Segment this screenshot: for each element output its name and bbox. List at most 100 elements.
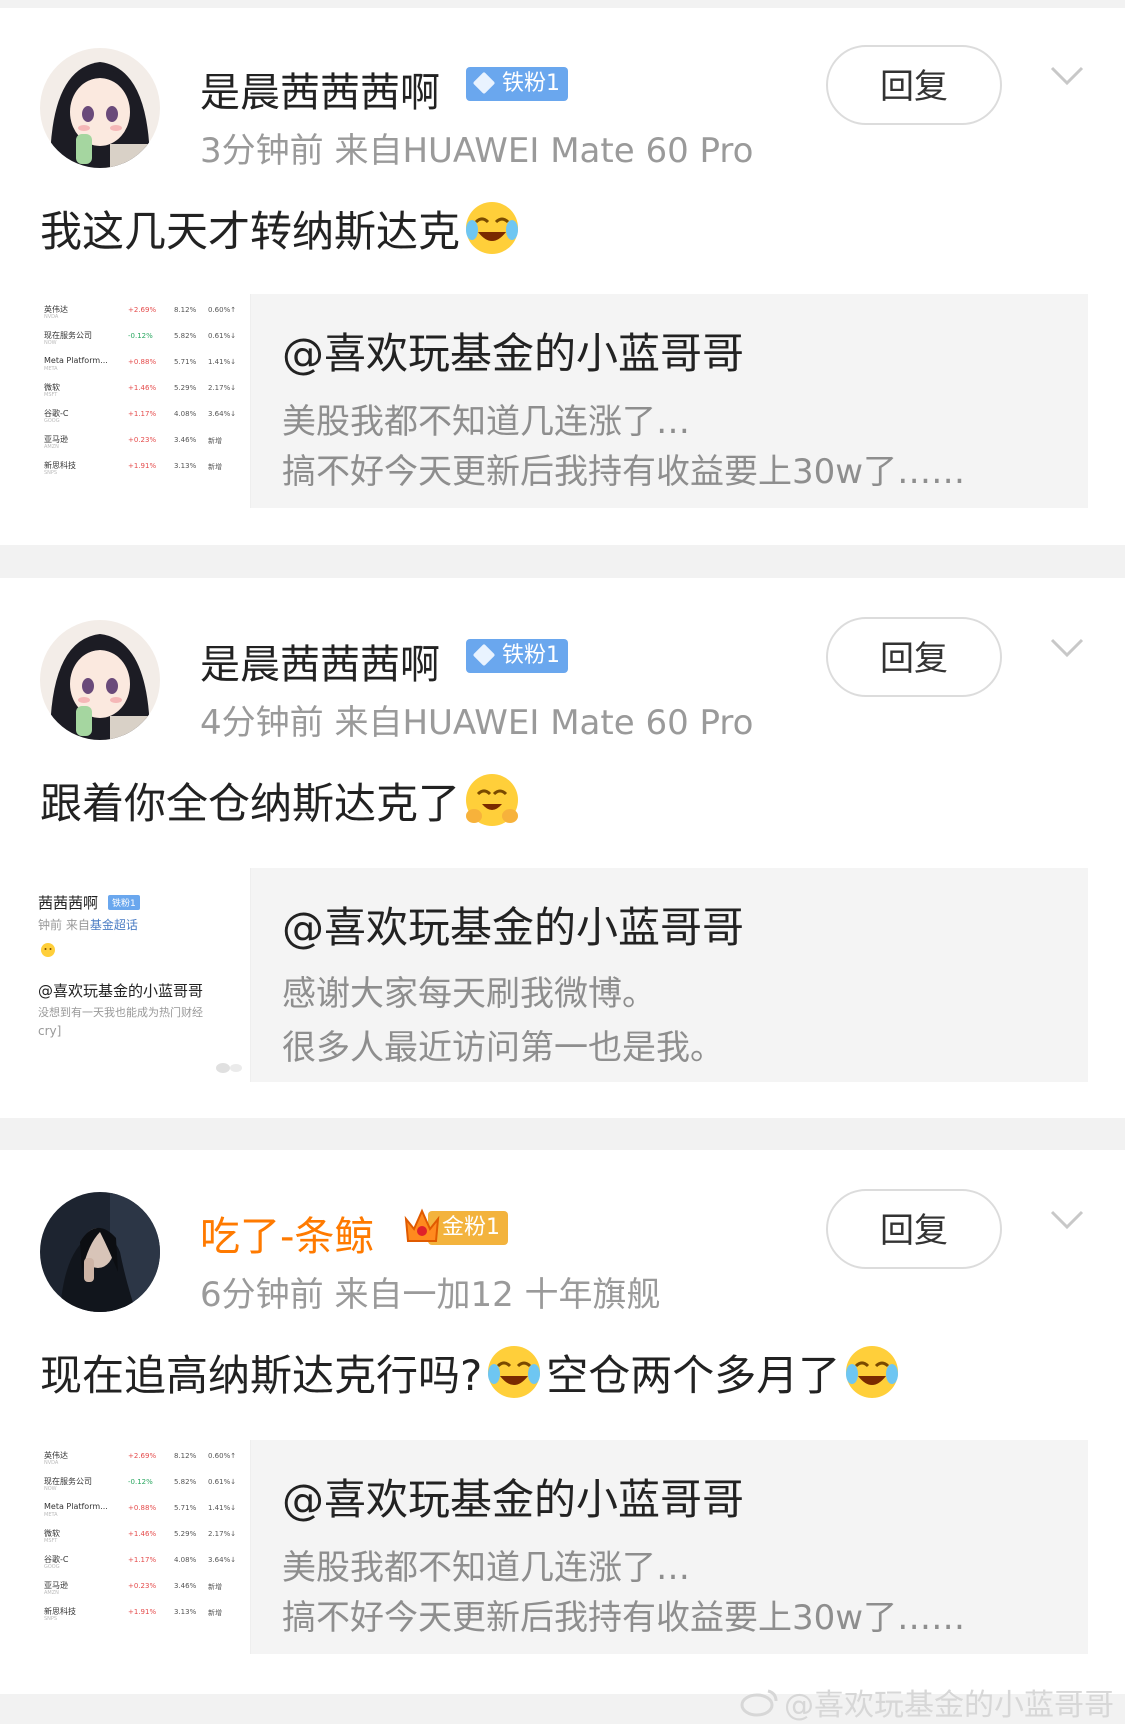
comment-text: 我这几天才转纳斯达克 [40,198,524,258]
stock-weight: 5.82% [174,332,197,340]
username[interactable]: 是晨茜茜茜啊 [200,60,440,118]
avatar[interactable] [40,620,160,740]
comment-text-part-2: 空仓两个多月了 [546,1350,841,1400]
stock-ticker: NVDA [44,314,59,320]
comment-text: 跟着你全仓纳斯达克了 [40,770,524,830]
stock-row: 谷歌-C GOOG +1.17% 4.08% 3.64%↓ [44,1554,244,1578]
stock-ratio: 新增 [208,437,222,445]
thumb-badge-label: 铁粉1 [112,899,136,909]
stock-ticker: MSFT [44,392,58,398]
stock-holdings-thumbnail: 英伟达 NVDA +2.69% 8.12% 0.60%↑ 现在服务公司 NOW -0.12% 5… [38,294,251,508]
fan-badge-label: 金粉1 [442,1215,500,1240]
stock-ratio: 0.60%↑ [208,1452,237,1460]
stock-ratio: 0.61%↓ [208,1478,237,1486]
thumb-emoji-icon [41,943,55,957]
stock-ratio: 1.41%↓ [208,1504,237,1512]
watermark: @喜欢玩基金的小蓝哥哥 [740,1680,1114,1724]
stock-name: Meta Platform... [44,356,108,365]
username[interactable]: 吃了-条鲸 [200,1204,374,1262]
quoted-user[interactable]: @喜欢玩基金的小蓝哥哥 [282,894,744,955]
stock-ticker: AMZN [44,444,59,450]
stock-row: 亚马逊 AMZN +0.23% 3.46% 新增 [44,434,244,458]
stock-weight: 8.12% [174,1452,197,1460]
stock-change: +1.46% [128,1530,157,1538]
thumb-tail: cry] [38,1024,62,1038]
fan-badge[interactable]: 铁粉1 [466,67,568,101]
stock-weight: 8.12% [174,306,197,314]
laughing-crying-emoji [488,1346,541,1398]
reply-button[interactable]: 回复 [826,45,1002,125]
quoted-post[interactable]: 英伟达 NVDA +2.69% 8.12% 0.60%↑ 现在服务公司 NOW -0.12% 5… [38,294,1088,508]
repost-thumbnail: 茜茜茜啊 铁粉1 钟前 来自基金超话 @喜欢玩基金的小蓝哥哥 没想到有一天我也能… [38,868,251,1082]
stock-change: +0.88% [128,1504,157,1512]
comment-text-part-1: 现在追高纳斯达克行吗? [40,1350,483,1400]
comment-text: 现在追高纳斯达克行吗? 空仓两个多月了 [40,1342,904,1402]
stock-ticker: META [44,366,58,372]
stock-row: 新思科技 SNPS +1.91% 3.13% 新增 [44,1606,244,1630]
stock-change: +1.17% [128,410,157,418]
diamond-badge-icon [472,643,496,667]
stock-change: +0.23% [128,1582,157,1590]
quoted-line-1: 美股我都不知道几连涨了… [282,402,690,442]
stock-weight: 3.46% [174,1582,197,1590]
stock-weight: 5.71% [174,358,197,366]
stock-ratio: 2.17%↓ [208,384,237,392]
stock-row: 英伟达 NVDA +2.69% 8.12% 0.60%↑ [44,1450,244,1474]
stock-change: +1.91% [128,462,157,470]
stock-row: 亚马逊 AMZN +0.23% 3.46% 新增 [44,1580,244,1604]
comment-card-1: 是晨茜茜茜啊 铁粉1 3分钟前 来自HUAWEI Mate 60 Pro 回复 … [0,8,1125,545]
weibo-logo-icon [216,1063,242,1073]
stock-ratio: 0.60%↑ [208,306,237,314]
time-source: 4分钟前 来自HUAWEI Mate 60 Pro [200,703,754,743]
quoted-line-2: 搞不好今天更新后我持有收益要上30w了…… [282,1598,966,1638]
quoted-user[interactable]: @喜欢玩基金的小蓝哥哥 [282,1466,744,1527]
stock-weight: 5.71% [174,1504,197,1512]
thumb-username: 茜茜茜啊 [38,894,99,912]
fan-badge[interactable]: 金粉1 [404,1208,508,1245]
chevron-down-icon[interactable] [1050,66,1084,86]
reply-button[interactable]: 回复 [826,617,1002,697]
fan-badge-label: 铁粉1 [502,71,560,96]
avatar[interactable] [40,1192,160,1312]
stock-holdings-thumbnail: 英伟达 NVDA +2.69% 8.12% 0.60%↑ 现在服务公司 NOW -0.12% 5… [38,1440,251,1654]
chevron-down-icon[interactable] [1050,1210,1084,1230]
chevron-down-icon[interactable] [1050,638,1084,658]
laughing-crying-emoji [846,1346,899,1398]
stock-change: +1.17% [128,1556,157,1564]
quoted-post[interactable]: 英伟达 NVDA +2.69% 8.12% 0.60%↑ 现在服务公司 NOW -0.12% 5… [38,1440,1088,1654]
quoted-user[interactable]: @喜欢玩基金的小蓝哥哥 [282,320,744,381]
username[interactable]: 是晨茜茜茜啊 [200,632,440,690]
diamond-badge-icon [472,71,496,95]
thumb-body: 没想到有一天我也能成为热门财经 [38,1006,203,1019]
stock-row: 英伟达 NVDA +2.69% 8.12% 0.60%↑ [44,304,244,328]
reply-button[interactable]: 回复 [826,1189,1002,1269]
stock-ticker: GOOG [44,418,60,424]
comment-text-content: 我这几天才转纳斯达克 [40,206,461,256]
stock-ticker: SNPS [44,470,58,476]
time-source: 6分钟前 来自一加12 十年旗舰 [200,1275,661,1315]
stock-row: 新思科技 SNPS +1.91% 3.13% 新增 [44,460,244,484]
stock-ticker: NVDA [44,1460,59,1466]
stock-change: +1.46% [128,384,157,392]
avatar[interactable] [40,48,160,168]
fan-badge-label: 铁粉1 [502,643,560,668]
stock-weight: 4.08% [174,1556,197,1564]
stock-weight: 3.13% [174,1608,197,1616]
stock-change: +2.69% [128,306,157,314]
stock-row: Meta Platform... META +0.88% 5.71% 1.41%↓ [44,1502,244,1526]
quoted-post[interactable]: 茜茜茜啊 铁粉1 钟前 来自基金超话 @喜欢玩基金的小蓝哥哥 没想到有一天我也能… [38,868,1088,1082]
stock-ticker: GOOG [44,1564,60,1570]
stock-ticker: NOW [44,340,57,346]
thumb-source: 基金超话 [89,918,138,932]
thumb-meta-text: 钟前 来自 [38,918,90,932]
watermark-text: @喜欢玩基金的小蓝哥哥 [784,1688,1114,1723]
comment-card-3: 吃了-条鲸 金粉1 6分钟前 来自一加12 十年旗舰 回复 现在追高纳斯达克行吗… [0,1150,1125,1694]
thumb-badge: 铁粉1 [108,895,140,910]
stock-weight: 5.29% [174,384,197,392]
quoted-line-1: 感谢大家每天刷我微博。 [282,974,656,1014]
time-source: 3分钟前 来自HUAWEI Mate 60 Pro [200,131,754,171]
fan-badge[interactable]: 铁粉1 [466,639,568,673]
stock-ratio: 新增 [208,1609,222,1617]
stock-ratio: 3.64%↓ [208,1556,237,1564]
laughing-crying-emoji [466,202,519,254]
